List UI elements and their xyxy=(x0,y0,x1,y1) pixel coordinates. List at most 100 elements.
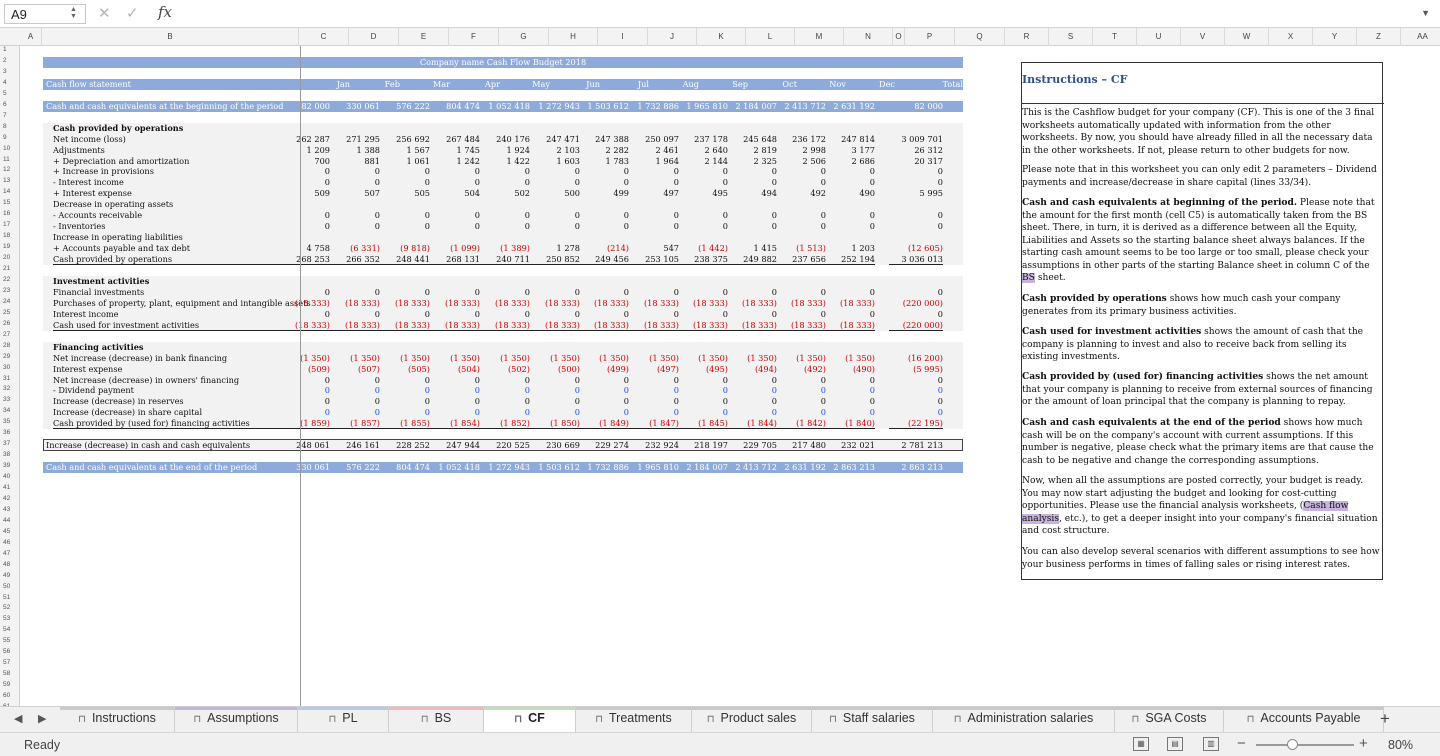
cell-value[interactable]: 0 xyxy=(821,309,875,319)
cell-value[interactable]: 1 965 810 xyxy=(625,462,679,472)
cell-value[interactable]: 232 924 xyxy=(625,440,679,450)
cell-value[interactable]: 0 xyxy=(476,166,530,176)
cell-value[interactable]: 804 474 xyxy=(376,462,430,472)
row-header[interactable]: 45 xyxy=(0,528,19,535)
column-header-y[interactable]: Y xyxy=(1313,28,1357,46)
cell-value[interactable]: 0 xyxy=(723,177,777,187)
cell-value[interactable]: 0 xyxy=(376,396,430,406)
column-header-m[interactable]: M xyxy=(795,28,844,46)
cell-value[interactable]: 576 222 xyxy=(376,101,430,111)
cell-value[interactable]: 1 388 xyxy=(326,145,380,155)
cell-value[interactable]: (495) xyxy=(674,364,728,374)
cell-value[interactable]: 229 274 xyxy=(575,440,629,450)
row-header[interactable]: 7 xyxy=(0,112,19,119)
row-header[interactable]: 40 xyxy=(0,473,19,480)
cell-value[interactable]: 0 xyxy=(674,210,728,220)
cell-value[interactable]: (18 333) xyxy=(276,320,330,331)
cell-value[interactable]: (18 333) xyxy=(821,320,875,331)
cell-value[interactable]: 0 xyxy=(889,407,943,417)
row-header[interactable]: 53 xyxy=(0,615,19,622)
cell-value[interactable]: 502 xyxy=(476,188,530,198)
cell-value[interactable]: 0 xyxy=(772,375,826,385)
cell-value[interactable]: 0 xyxy=(575,166,629,176)
cell-value[interactable]: 0 xyxy=(276,177,330,187)
row-header[interactable]: 14 xyxy=(0,188,19,195)
row-header[interactable]: 25 xyxy=(0,309,19,316)
cell-value[interactable]: (18 333) xyxy=(723,320,777,331)
cell-value[interactable]: 547 xyxy=(625,243,679,253)
cell-value[interactable]: (505) xyxy=(376,364,430,374)
column-header-j[interactable]: J xyxy=(648,28,697,46)
cell-value[interactable]: 262 287 xyxy=(276,134,330,144)
cell-value[interactable]: 0 xyxy=(376,385,430,395)
cell-value[interactable]: 247 814 xyxy=(821,134,875,144)
cell-value[interactable]: 0 xyxy=(625,396,679,406)
cell-value[interactable]: 248 441 xyxy=(376,254,430,266)
cell-value[interactable]: 0 xyxy=(476,210,530,220)
cell-value[interactable]: 0 xyxy=(426,166,480,176)
row-header[interactable]: 52 xyxy=(0,604,19,611)
cell-value[interactable]: (1 389) xyxy=(476,243,530,253)
cell-value[interactable]: 0 xyxy=(674,385,728,395)
column-header-u[interactable]: U xyxy=(1137,28,1181,46)
cell-value[interactable]: 0 xyxy=(821,396,875,406)
cell-value[interactable]: (18 333) xyxy=(526,320,580,331)
cell-value[interactable]: 1 415 xyxy=(723,243,777,253)
cell-value[interactable]: 2 506 xyxy=(772,156,826,166)
cell-value[interactable]: 330 061 xyxy=(276,462,330,472)
cell-value[interactable]: 3 036 013 xyxy=(889,254,943,266)
cell-value[interactable]: (1 857) xyxy=(326,418,380,430)
cell-value[interactable]: (9 818) xyxy=(376,243,430,253)
cell-value[interactable]: 247 944 xyxy=(426,440,480,450)
cell-value[interactable]: 0 xyxy=(276,287,330,297)
cell-value[interactable]: 1 278 xyxy=(526,243,580,253)
cell-value[interactable]: 2 998 xyxy=(772,145,826,155)
cell-value[interactable]: 0 xyxy=(426,407,480,417)
cell-value[interactable]: (1 350) xyxy=(772,353,826,363)
row-header[interactable]: 39 xyxy=(0,462,19,469)
row-header[interactable]: 38 xyxy=(0,451,19,458)
cell-value[interactable]: 4 758 xyxy=(276,243,330,253)
cell-value[interactable]: 576 222 xyxy=(326,462,380,472)
cell-value[interactable]: (18 333) xyxy=(476,320,530,331)
zoom-in-button[interactable]: + xyxy=(1359,735,1368,752)
sheet-tab-bs[interactable]: ⊓ BS xyxy=(389,707,484,732)
cell-value[interactable]: 0 xyxy=(575,177,629,187)
cell-value[interactable]: 0 xyxy=(723,221,777,231)
cell-value[interactable]: 2 640 xyxy=(674,145,728,155)
cell-value[interactable]: 0 xyxy=(326,287,380,297)
row-header[interactable]: 59 xyxy=(0,681,19,688)
cell-value[interactable]: 0 xyxy=(674,396,728,406)
cell-value[interactable]: 266 352 xyxy=(326,254,380,266)
cell-value[interactable]: 0 xyxy=(376,166,430,176)
cell-value[interactable]: 0 xyxy=(526,407,580,417)
cell-value[interactable]: 0 xyxy=(326,396,380,406)
cell-value[interactable]: 2 103 xyxy=(526,145,580,155)
row-header[interactable]: 56 xyxy=(0,648,19,655)
column-header-g[interactable]: G xyxy=(499,28,549,46)
cell-value[interactable]: 0 xyxy=(326,385,380,395)
cell-value[interactable]: 0 xyxy=(674,166,728,176)
cell-value[interactable]: 0 xyxy=(526,287,580,297)
cell-value[interactable]: 0 xyxy=(376,221,430,231)
cell-value[interactable]: 0 xyxy=(889,385,943,395)
cell-value[interactable]: 256 692 xyxy=(376,134,430,144)
cell-value[interactable]: 0 xyxy=(526,309,580,319)
row-header[interactable]: 11 xyxy=(0,156,19,163)
cell-value[interactable]: 0 xyxy=(426,375,480,385)
cell-value[interactable]: 0 xyxy=(476,385,530,395)
cell-value[interactable]: 0 xyxy=(476,221,530,231)
row-header[interactable]: 8 xyxy=(0,123,19,130)
zoom-out-button[interactable]: − xyxy=(1237,735,1246,752)
cell-value[interactable]: (18 333) xyxy=(476,298,530,308)
cell-value[interactable]: 218 197 xyxy=(674,440,728,450)
cell-value[interactable]: 2 413 712 xyxy=(723,462,777,472)
cell-value[interactable]: 0 xyxy=(526,221,580,231)
column-header-q[interactable]: Q xyxy=(955,28,1005,46)
column-header-s[interactable]: S xyxy=(1049,28,1093,46)
row-header[interactable]: 17 xyxy=(0,221,19,228)
cell-value[interactable]: 3 009 701 xyxy=(889,134,943,144)
cell-value[interactable]: 1 209 xyxy=(276,145,330,155)
row-header[interactable]: 35 xyxy=(0,418,19,425)
cell-value[interactable]: 0 xyxy=(526,177,580,187)
